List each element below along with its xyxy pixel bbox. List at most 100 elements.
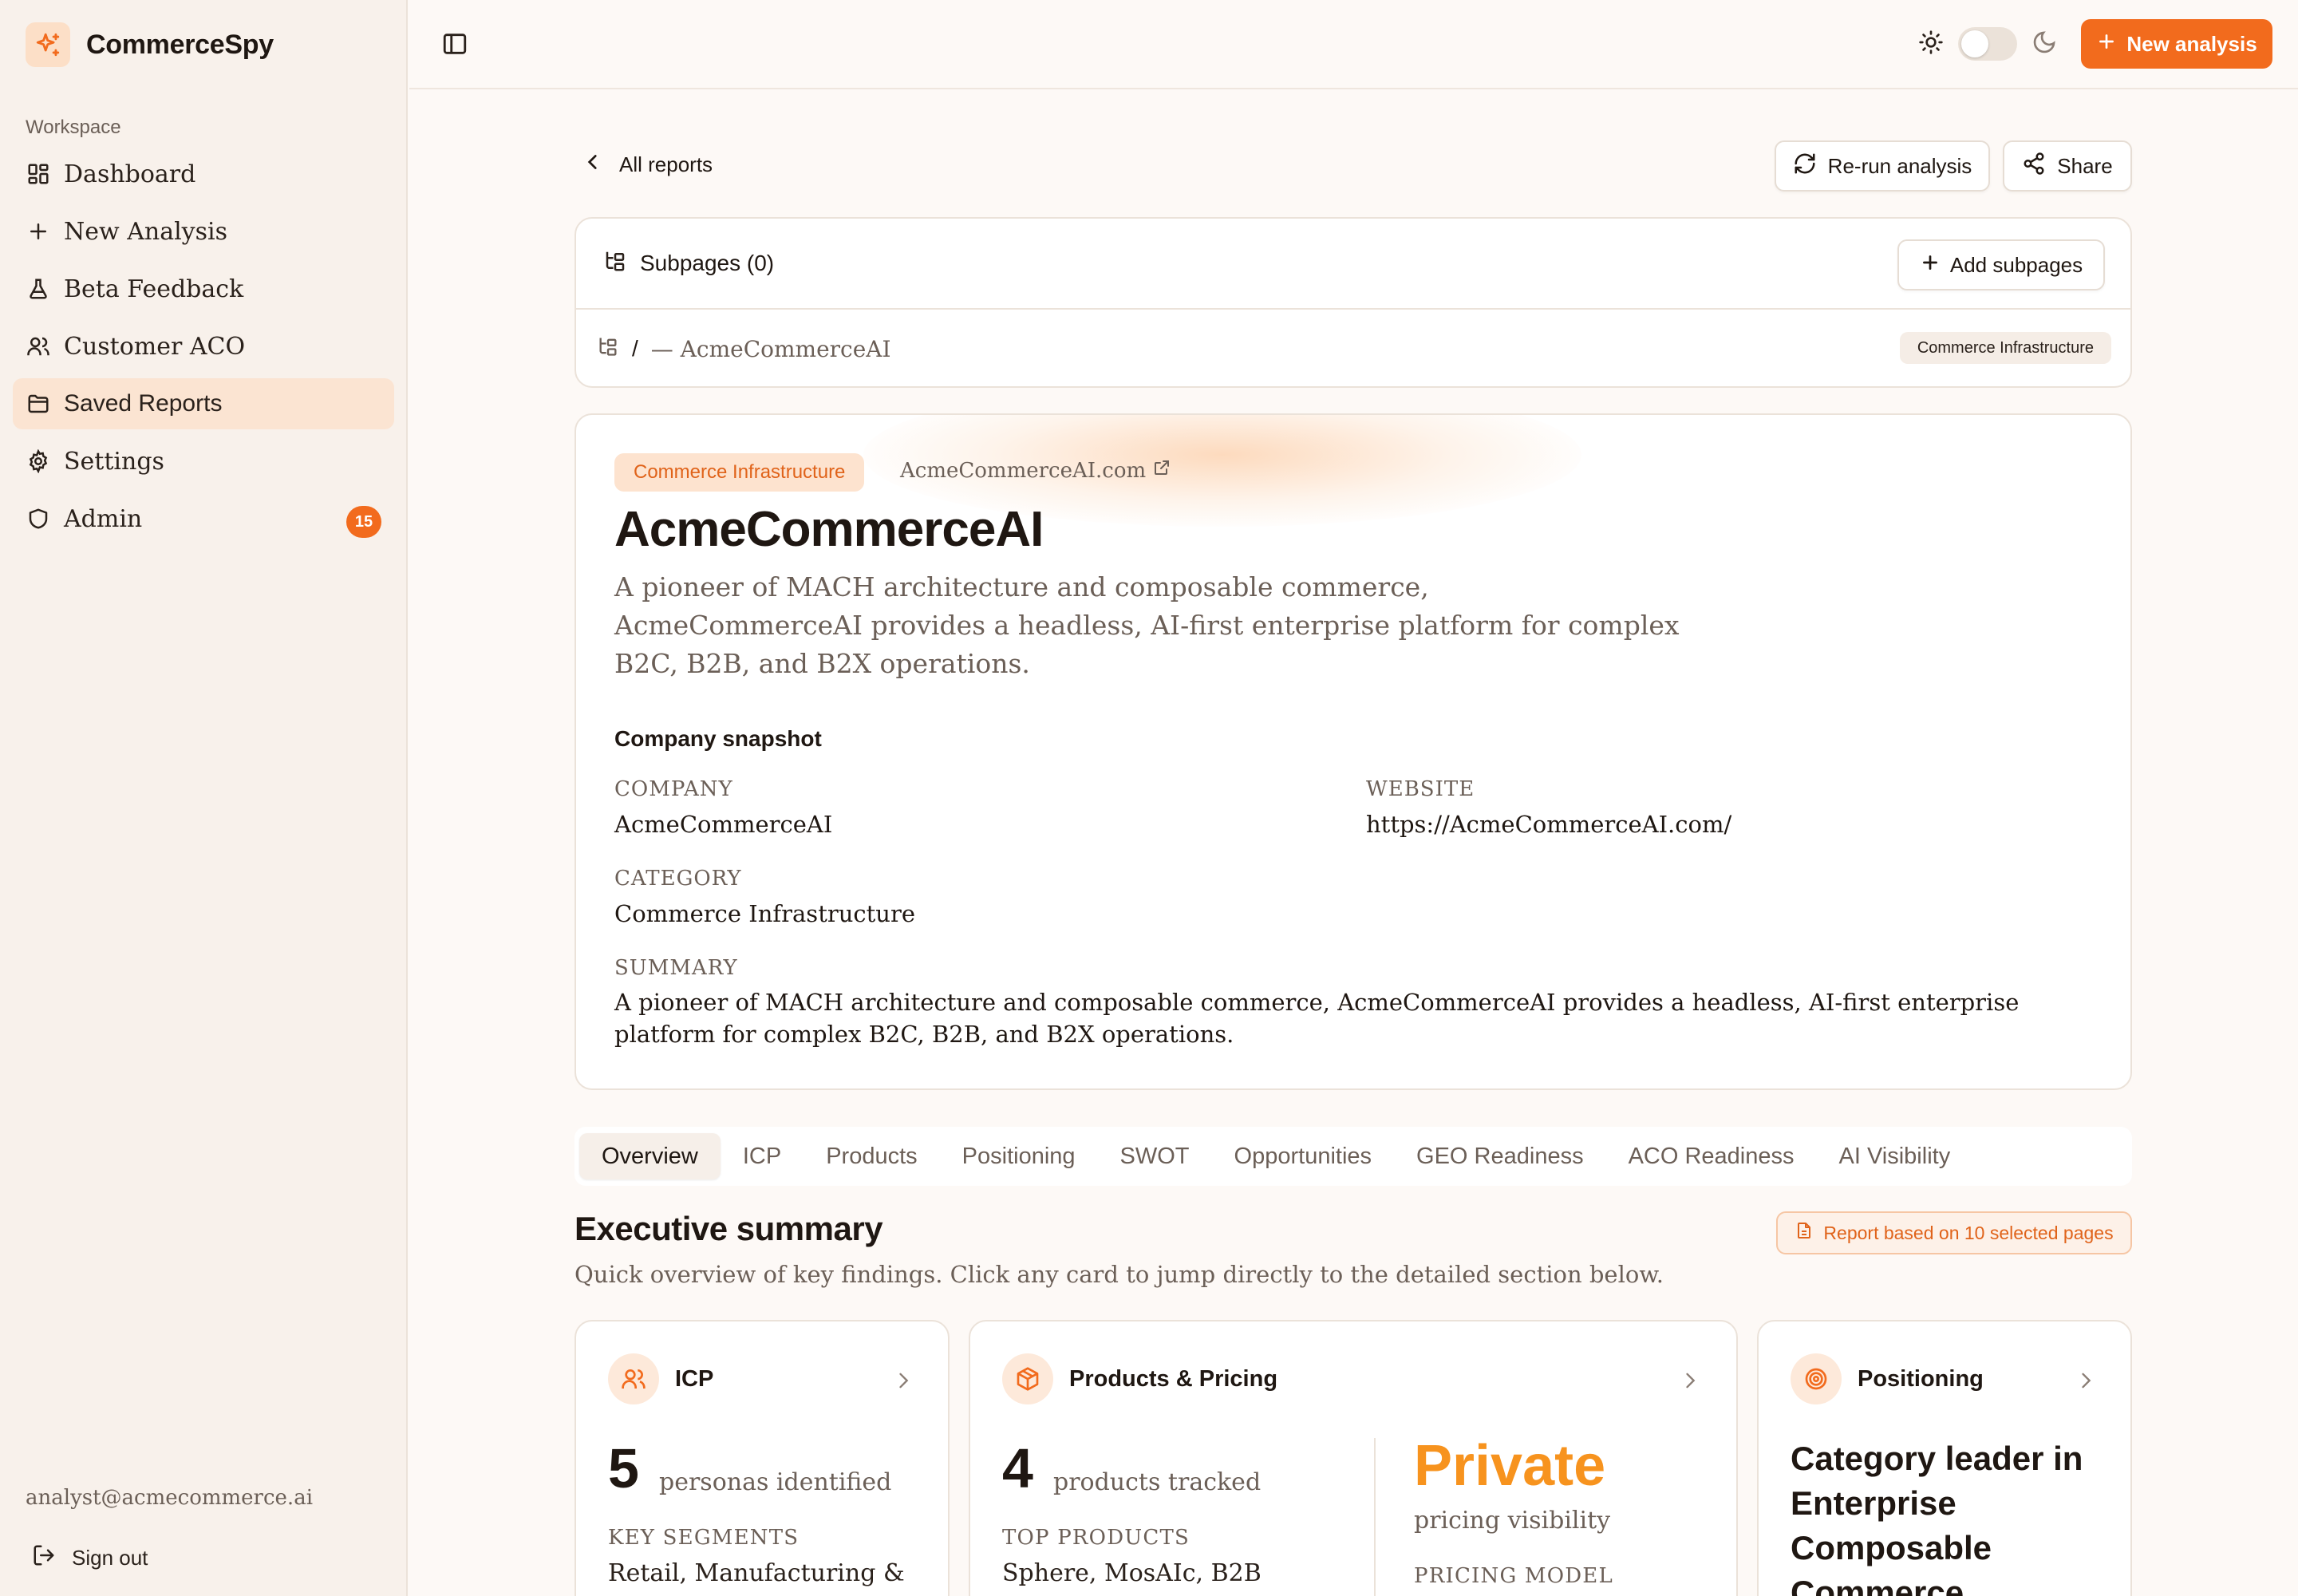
summary-field-value: A pioneer of MACH architecture and compo… (614, 989, 2020, 1048)
tab-opportunities[interactable]: Opportunities (1212, 1133, 1395, 1179)
executive-summary-title: Executive summary (574, 1210, 883, 1247)
sidebar: CommerceSpy Workspace Dashboard New Anal… (0, 0, 408, 1596)
report-pages-badge: Report based on 10 selected pages (1776, 1211, 2132, 1254)
company-card: Commerce Infrastructure AcmeCommerceAI.c… (574, 413, 2132, 1090)
shield-icon (26, 506, 51, 531)
sidebar-item-saved-reports[interactable]: Saved Reports (13, 378, 394, 429)
sign-out-button[interactable]: Sign out (32, 1543, 148, 1573)
plus-icon (1920, 252, 1941, 279)
sidebar-item-settings[interactable]: Settings (13, 436, 394, 487)
breadcrumb-separator: / (632, 336, 638, 361)
sidebar-item-admin[interactable]: Admin 15 (13, 493, 394, 544)
divider (1374, 1438, 1376, 1596)
pricing-visibility-label: pricing visibility (1414, 1507, 1611, 1535)
package-icon (1002, 1353, 1053, 1404)
back-to-reports-link[interactable]: All reports (582, 152, 713, 178)
theme-controls (1918, 27, 2057, 61)
app-name: CommerceSpy (86, 29, 274, 60)
product-count-unit: products tracked (1053, 1468, 1262, 1496)
users-icon (608, 1353, 659, 1404)
flask-icon (26, 276, 51, 302)
rerun-label: Re-run analysis (1827, 153, 1972, 178)
company-description: A pioneer of MACH architecture and compo… (614, 571, 1680, 679)
target-icon (1791, 1353, 1842, 1404)
sidebar-item-new-analysis[interactable]: New Analysis (13, 206, 394, 257)
breadcrumb: / — AcmeCommerceAI (576, 310, 2130, 388)
log-out-icon (32, 1543, 56, 1573)
category-tag: Commerce Infrastructure (1899, 332, 2111, 364)
report-pages-label: Report based on 10 selected pages (1823, 1222, 2114, 1243)
brand[interactable]: CommerceSpy (26, 22, 274, 67)
share-label: Share (2057, 153, 2113, 178)
icp-card-header: ICP (608, 1353, 713, 1404)
add-subpages-button[interactable]: Add subpages (1897, 239, 2105, 290)
executive-summary-subtitle: Quick overview of key findings. Click an… (574, 1261, 1664, 1288)
category-badge: Commerce Infrastructure (614, 453, 865, 492)
sidebar-item-customer-aco[interactable]: Customer ACO (13, 321, 394, 372)
sign-out-label: Sign out (72, 1546, 148, 1570)
chevron-right-icon (2075, 1369, 2097, 1396)
chevron-right-icon (1679, 1369, 1701, 1396)
products-summary-card[interactable]: Products & Pricing 4 products tracked TO… (969, 1320, 1738, 1596)
tab-overview[interactable]: Overview (579, 1133, 721, 1179)
folder-tree-icon (603, 249, 627, 279)
positioning-summary-card[interactable]: Positioning Category leader in Enterpris… (1757, 1320, 2132, 1596)
user-email: analyst@acmecommerce.ai (26, 1486, 314, 1510)
section-label: Workspace (26, 117, 121, 138)
folder-icon (26, 391, 51, 417)
chevron-right-icon (892, 1369, 914, 1396)
sparkles-icon (26, 22, 70, 67)
rerun-analysis-button[interactable]: Re-run analysis (1775, 140, 1990, 192)
pricing-model-label: PRICING MODEL (1414, 1564, 1613, 1588)
report-tabs: Overview ICP Products Positioning SWOT O… (574, 1127, 2132, 1186)
sidebar-item-label: Admin (64, 504, 143, 533)
sidebar-item-dashboard[interactable]: Dashboard (13, 148, 394, 200)
tab-ai-visibility[interactable]: AI Visibility (1817, 1133, 1973, 1179)
website-field-value[interactable]: https://AcmeCommerceAI.com/ (1366, 811, 1731, 838)
plus-icon (2096, 31, 2117, 57)
moon-icon (2031, 30, 2057, 59)
company-field-value: AcmeCommerceAI (614, 811, 833, 838)
sidebar-item-label: Settings (64, 447, 164, 476)
plus-icon (26, 219, 51, 244)
icp-summary-card[interactable]: ICP 5 personas identified KEY SEGMENTS R… (574, 1320, 950, 1596)
tab-icp[interactable]: ICP (721, 1133, 804, 1179)
top-products-label: TOP PRODUCTS (1002, 1526, 1190, 1550)
positioning-card-header: Positioning (1791, 1353, 1984, 1404)
sidebar-item-label: Saved Reports (64, 390, 223, 417)
tab-products[interactable]: Products (804, 1133, 939, 1179)
website-link[interactable]: AcmeCommerceAI.com (900, 458, 1171, 483)
summary-field-label: SUMMARY (614, 956, 738, 980)
new-analysis-button[interactable]: New analysis (2081, 19, 2272, 69)
snapshot-title: Company snapshot (614, 726, 822, 751)
tab-aco-readiness[interactable]: ACO Readiness (1606, 1133, 1817, 1179)
external-link-icon (1152, 458, 1171, 483)
back-label: All reports (619, 152, 713, 176)
persona-count: 5 (608, 1437, 639, 1499)
tab-swot[interactable]: SWOT (1098, 1133, 1212, 1179)
topbar: New analysis (409, 0, 2298, 89)
gear-icon (26, 448, 51, 474)
subpages-card: Subpages (0) Add subpages / — AcmeCommer… (574, 217, 2132, 388)
persona-count-unit: personas identified (659, 1468, 892, 1496)
add-subpages-label: Add subpages (1949, 252, 2083, 277)
positioning-statement: Category leader in Enterprise Composable… (1791, 1440, 2083, 1596)
positioning-card-title: Positioning (1858, 1365, 1984, 1392)
sidebar-toggle-icon[interactable] (441, 30, 470, 59)
key-segments-label: KEY SEGMENTS (608, 1526, 800, 1550)
breadcrumb-current[interactable]: — AcmeCommerceAI (651, 336, 891, 362)
product-count: 4 (1002, 1437, 1033, 1499)
refresh-icon (1793, 152, 1817, 181)
company-name: AcmeCommerceAI (614, 502, 1044, 557)
tab-geo-readiness[interactable]: GEO Readiness (1394, 1133, 1606, 1179)
chevron-left-icon (582, 152, 603, 178)
website-link-label: AcmeCommerceAI.com (900, 458, 1147, 483)
sidebar-item-beta-feedback[interactable]: Beta Feedback (13, 263, 394, 314)
share-icon (2022, 152, 2046, 181)
admin-count-badge: 15 (346, 506, 381, 538)
share-button[interactable]: Share (2003, 140, 2132, 192)
website-field-label: WEBSITE (1366, 777, 1475, 801)
theme-toggle[interactable] (1958, 27, 2017, 61)
tab-positioning[interactable]: Positioning (940, 1133, 1098, 1179)
sidebar-item-label: Dashboard (64, 160, 196, 188)
